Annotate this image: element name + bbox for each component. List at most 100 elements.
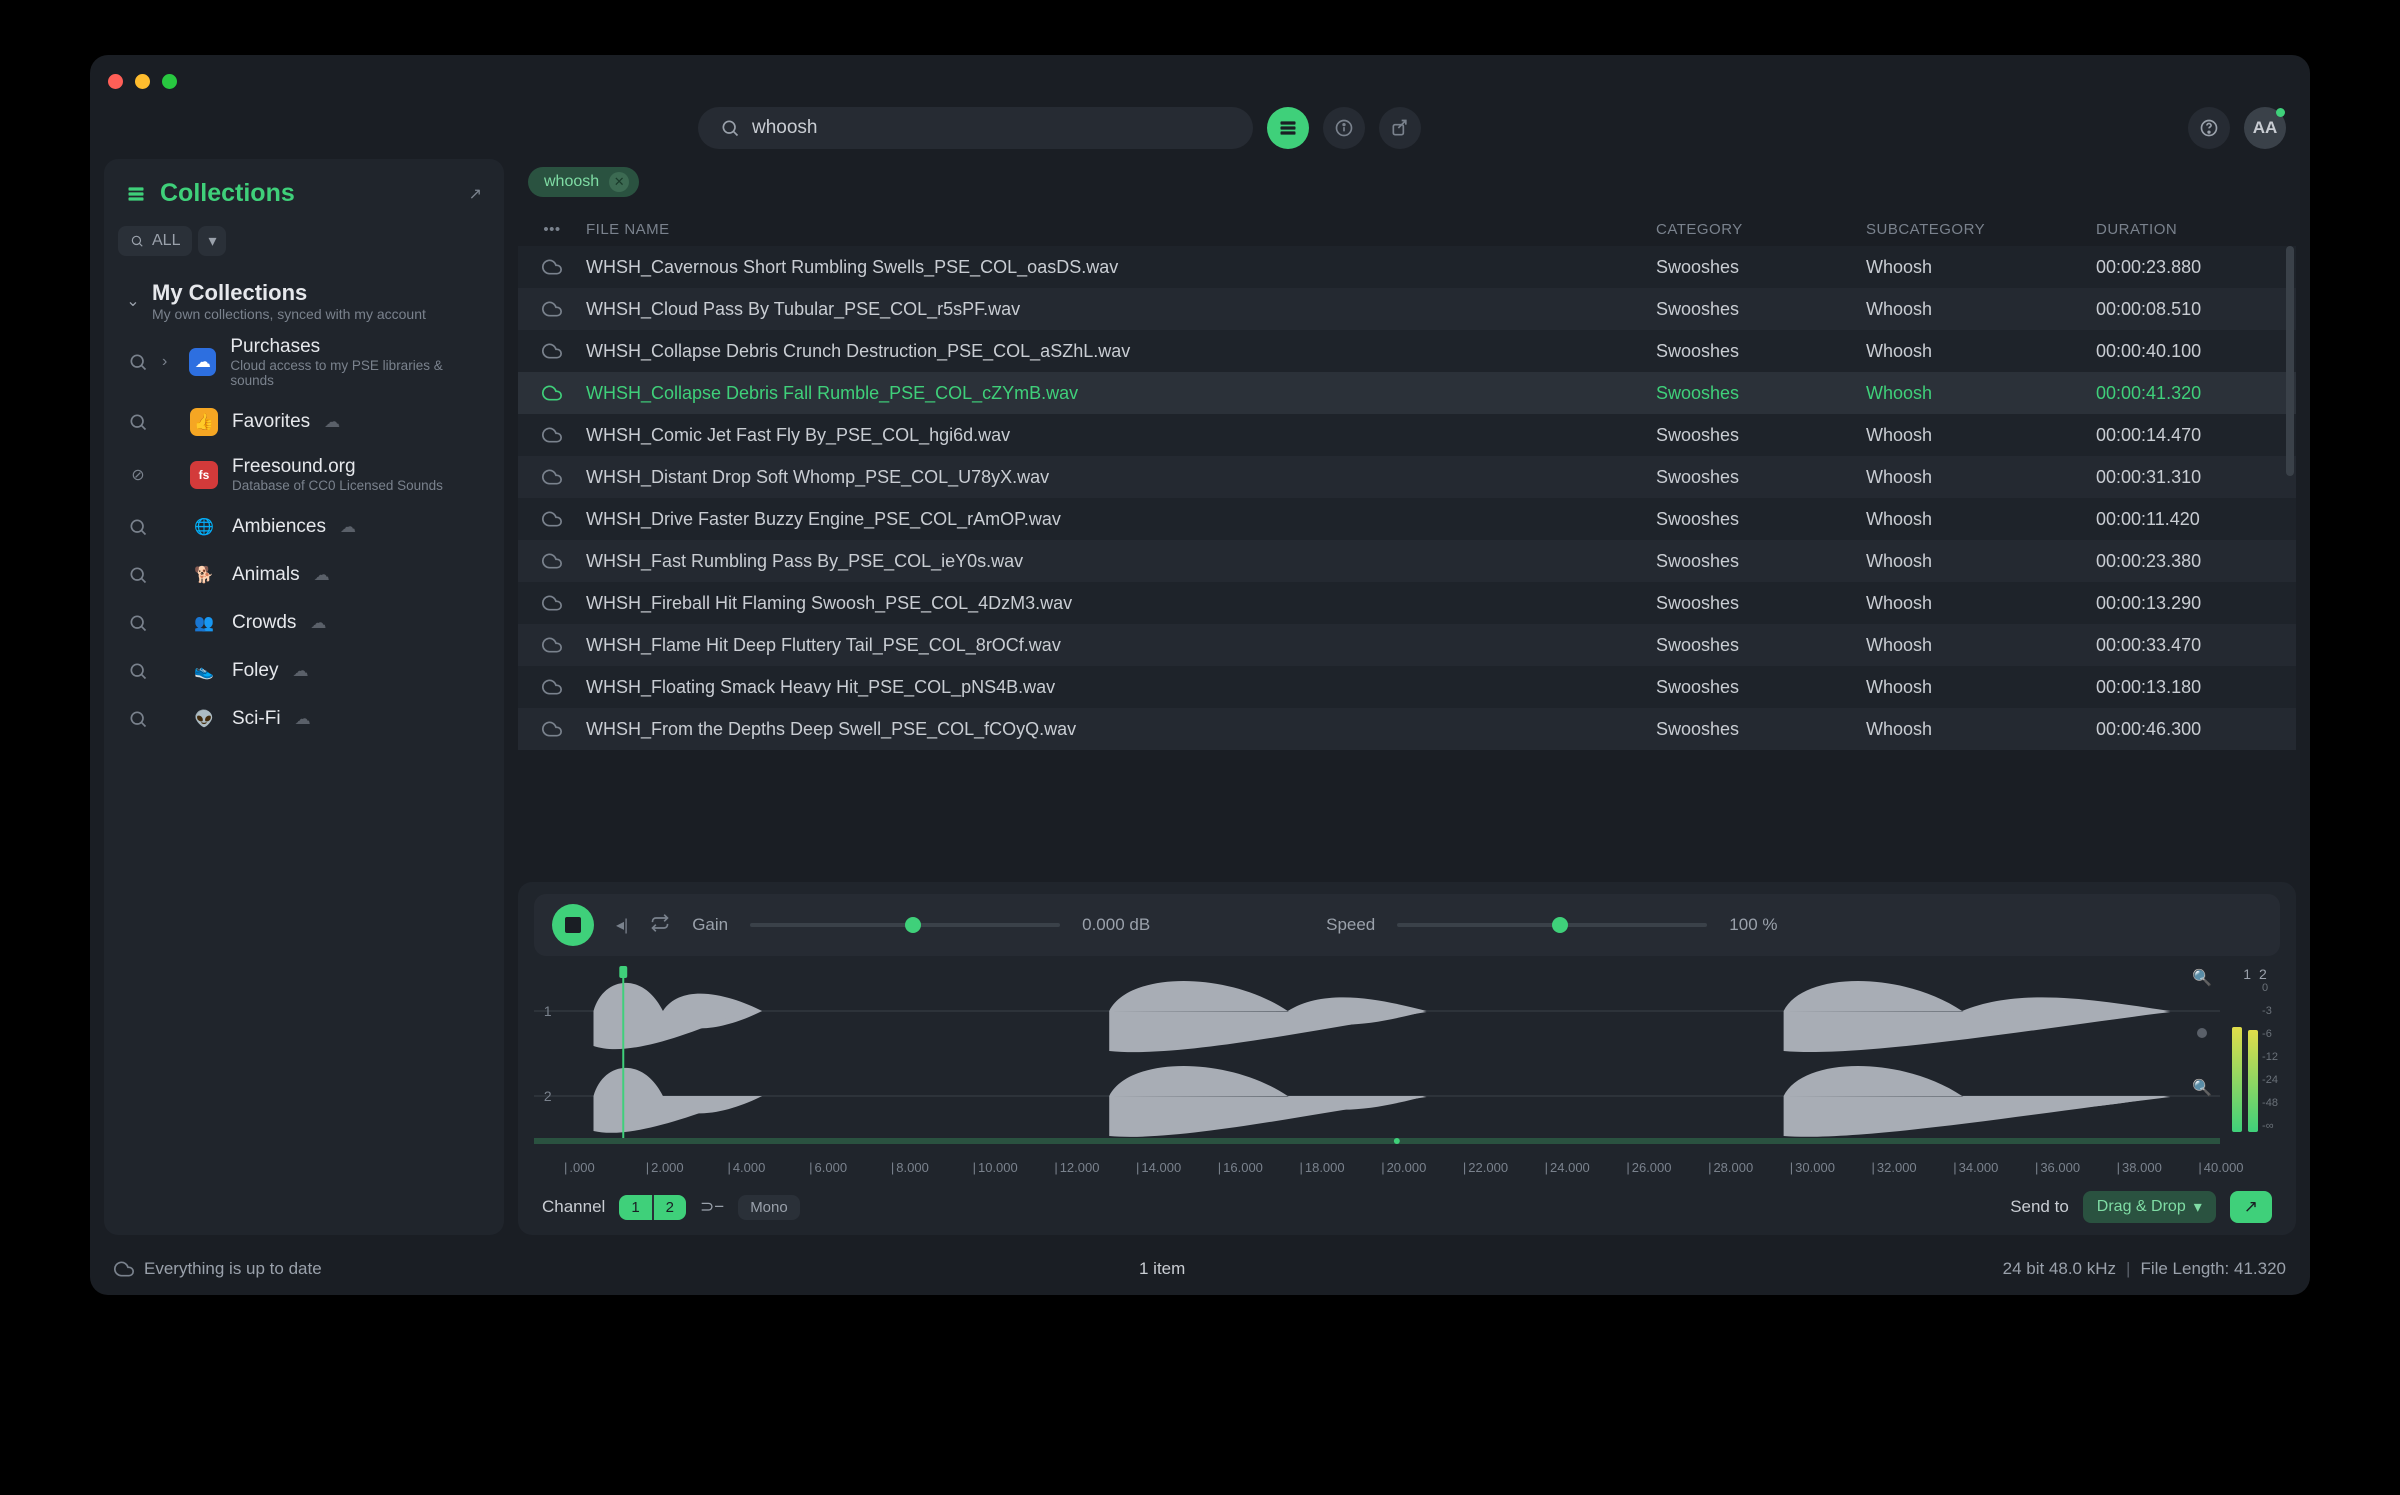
send-button[interactable]: ↗: [2230, 1191, 2272, 1223]
timeline-tick: 24.000: [1545, 1160, 1627, 1175]
cell-duration: 00:00:40.100: [2096, 341, 2296, 362]
all-dropdown[interactable]: ▾: [198, 226, 226, 256]
all-filter[interactable]: ALL: [118, 226, 192, 256]
cell-subcategory: Whoosh: [1866, 299, 2096, 320]
meter-scale-tick: -∞: [2262, 1120, 2278, 1132]
cell-category: Swooshes: [1656, 551, 1866, 572]
stereo-link-icon[interactable]: ⊃−: [700, 1197, 724, 1217]
timeline-tick: 34.000: [1953, 1160, 2035, 1175]
search-input[interactable]: [752, 117, 1231, 139]
drag-drop-button[interactable]: Drag & Drop ▾: [2083, 1191, 2216, 1223]
selection-count: 1 item: [322, 1259, 2003, 1279]
meter-bar-1: [2232, 1027, 2242, 1132]
speed-label: Speed: [1326, 915, 1375, 935]
table-row[interactable]: WHSH_Distant Drop Soft Whomp_PSE_COL_U78…: [518, 456, 2296, 498]
sidebar: Collections ↗ ALL ▾ ⌄ My Collections My …: [104, 159, 504, 1235]
sidebar-item-crowds[interactable]: 👥Crowds☁: [124, 599, 484, 647]
cloud-icon: [518, 299, 586, 319]
sidebar-item-label: Favorites: [232, 411, 310, 433]
meter-scale-tick: -48: [2262, 1097, 2278, 1109]
sidebar-item-animals[interactable]: 🐕Animals☁: [124, 551, 484, 599]
table-row[interactable]: WHSH_Flame Hit Deep Fluttery Tail_PSE_CO…: [518, 624, 2296, 666]
table-row[interactable]: WHSH_Floating Smack Heavy Hit_PSE_COL_pN…: [518, 666, 2296, 708]
column-filename[interactable]: FILE NAME: [586, 221, 1656, 238]
cloud-icon: [518, 341, 586, 361]
table-row[interactable]: WHSH_Collapse Debris Fall Rumble_PSE_COL…: [518, 372, 2296, 414]
timeline-ruler[interactable]: .0002.0004.0006.0008.00010.00012.00014.0…: [534, 1156, 2280, 1175]
collections-filter-button[interactable]: [1267, 107, 1309, 149]
search-icon: [128, 517, 148, 537]
gain-slider[interactable]: [750, 923, 1060, 927]
svg-text:2: 2: [544, 1088, 552, 1104]
column-menu[interactable]: •••: [518, 221, 586, 238]
channel-selector[interactable]: 1 2: [619, 1195, 686, 1220]
table-row[interactable]: WHSH_Drive Faster Buzzy Engine_PSE_COL_r…: [518, 498, 2296, 540]
sidebar-item-label: Ambiences: [232, 516, 326, 538]
waveform-display[interactable]: 1 2: [534, 966, 2220, 1146]
gain-label: Gain: [692, 915, 728, 935]
sidebar-item-favorites[interactable]: 👍Favorites☁: [124, 398, 484, 446]
column-duration[interactable]: DURATION: [2096, 221, 2296, 238]
info-button[interactable]: [1323, 107, 1365, 149]
file-length: File Length: 41.320: [2140, 1259, 2286, 1279]
level-meters: 1 2 0-3-6-12-24-48-∞: [2230, 966, 2280, 1146]
speed-slider[interactable]: [1397, 923, 1707, 927]
search-field[interactable]: [698, 107, 1253, 149]
cloud-icon: [518, 551, 586, 571]
table-row[interactable]: WHSH_From the Depths Deep Swell_PSE_COL_…: [518, 708, 2296, 750]
cell-subcategory: Whoosh: [1866, 593, 2096, 614]
loop-button[interactable]: [650, 913, 670, 938]
table-row[interactable]: WHSH_Cloud Pass By Tubular_PSE_COL_r5sPF…: [518, 288, 2296, 330]
titlebar: [90, 55, 2310, 107]
column-category[interactable]: CATEGORY: [1656, 221, 1866, 238]
table-row[interactable]: WHSH_Cavernous Short Rumbling Swells_PSE…: [518, 246, 2296, 288]
help-button[interactable]: [2188, 107, 2230, 149]
user-avatar[interactable]: AA: [2244, 107, 2286, 149]
meter-scale-tick: 0: [2262, 982, 2278, 994]
timeline-tick: 2.000: [646, 1160, 728, 1175]
zoom-slider-thumb[interactable]: [2197, 1028, 2207, 1038]
channel-2-button[interactable]: 2: [654, 1195, 686, 1220]
table-row[interactable]: WHSH_Fast Rumbling Pass By_PSE_COL_ieY0s…: [518, 540, 2296, 582]
cell-category: Swooshes: [1656, 635, 1866, 656]
close-window[interactable]: [108, 74, 123, 89]
cell-filename: WHSH_From the Depths Deep Swell_PSE_COL_…: [586, 719, 1656, 740]
zoom-out-icon[interactable]: 🔍: [2192, 1078, 2212, 1098]
export-button[interactable]: [1379, 107, 1421, 149]
cell-subcategory: Whoosh: [1866, 719, 2096, 740]
sidebar-item-sub: Database of CC0 Licensed Sounds: [232, 478, 443, 493]
minimize-window[interactable]: [135, 74, 150, 89]
stop-button[interactable]: [552, 904, 594, 946]
sidebar-item-sci-fi[interactable]: 👽Sci-Fi☁: [124, 695, 484, 743]
cell-category: Swooshes: [1656, 341, 1866, 362]
table-row[interactable]: WHSH_Fireball Hit Flaming Swoosh_PSE_COL…: [518, 582, 2296, 624]
filter-tag[interactable]: whoosh ✕: [528, 167, 639, 197]
cell-duration: 00:00:14.470: [2096, 425, 2296, 446]
zoom-in-icon[interactable]: 🔍: [2192, 968, 2212, 988]
column-subcategory[interactable]: SUBCATEGORY: [1866, 221, 2096, 238]
cell-duration: 00:00:11.420: [2096, 509, 2296, 530]
mono-toggle[interactable]: Mono: [738, 1195, 800, 1220]
cell-duration: 00:00:23.880: [2096, 257, 2296, 278]
remove-tag-icon[interactable]: ✕: [609, 172, 629, 192]
sidebar-item-foley[interactable]: 👟Foley☁: [124, 647, 484, 695]
table-row[interactable]: WHSH_Comic Jet Fast Fly By_PSE_COL_hgi6d…: [518, 414, 2296, 456]
search-icon: [128, 565, 148, 585]
cell-filename: WHSH_Distant Drop Soft Whomp_PSE_COL_U78…: [586, 467, 1656, 488]
maximize-window[interactable]: [162, 74, 177, 89]
cell-filename: WHSH_Drive Faster Buzzy Engine_PSE_COL_r…: [586, 509, 1656, 530]
sidebar-item-ambiences[interactable]: 🌐Ambiences☁: [124, 503, 484, 551]
cell-category: Swooshes: [1656, 509, 1866, 530]
sidebar-item-freesound-org[interactable]: ⊘fsFreesound.orgDatabase of CC0 Licensed…: [124, 446, 484, 503]
table-row[interactable]: WHSH_Collapse Debris Crunch Destruction_…: [518, 330, 2296, 372]
skip-back-button[interactable]: ◂|: [616, 915, 628, 935]
popout-icon[interactable]: ↗: [469, 184, 482, 204]
cell-filename: WHSH_Collapse Debris Fall Rumble_PSE_COL…: [586, 383, 1656, 404]
sidebar-item-label: Animals: [232, 564, 300, 586]
channel-1-button[interactable]: 1: [619, 1195, 651, 1220]
my-collections-group[interactable]: ⌄ My Collections My own collections, syn…: [124, 274, 484, 326]
scrollbar-thumb[interactable]: [2286, 246, 2294, 476]
sidebar-item-purchases[interactable]: ›☁PurchasesCloud access to my PSE librar…: [124, 326, 484, 398]
cell-filename: WHSH_Fast Rumbling Pass By_PSE_COL_ieY0s…: [586, 551, 1656, 572]
timeline-tick: 32.000: [1872, 1160, 1954, 1175]
